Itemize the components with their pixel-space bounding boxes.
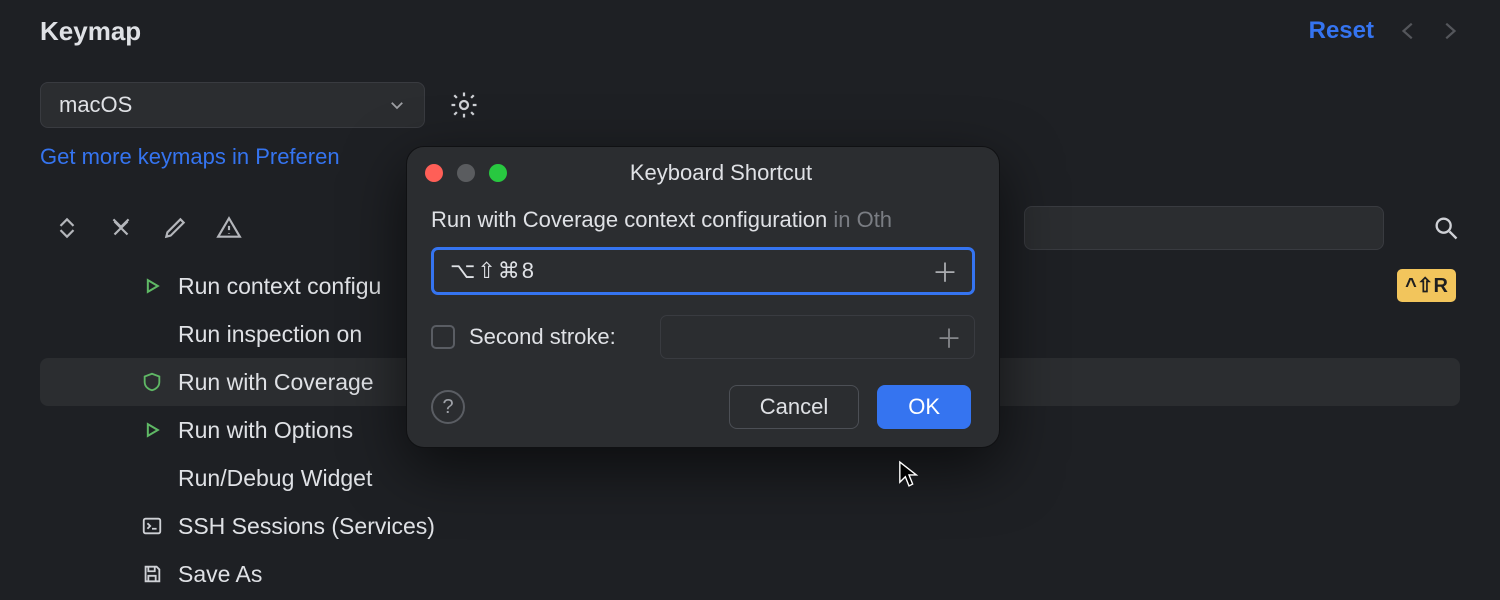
first-stroke-value: ⌥⇧⌘8	[450, 258, 536, 284]
expand-collapse-icon[interactable]	[54, 215, 80, 241]
window-close-icon[interactable]	[425, 164, 443, 182]
tree-item[interactable]: Save As	[40, 550, 1460, 598]
tree-item-label: Run with Coverage	[178, 369, 374, 396]
chevron-down-icon	[388, 96, 406, 114]
blank-icon	[140, 322, 164, 346]
keymap-scheme-select[interactable]: macOS	[40, 82, 425, 128]
help-icon[interactable]: ?	[431, 390, 465, 424]
save-icon	[140, 562, 164, 586]
play-icon	[140, 418, 164, 442]
edit-icon[interactable]	[162, 215, 188, 241]
dialog-context-label: Run with Coverage context configuration …	[431, 207, 975, 233]
dialog-title: Keyboard Shortcut	[461, 160, 981, 186]
keymap-scheme-value: macOS	[59, 92, 132, 118]
terminal-icon	[140, 514, 164, 538]
tree-item[interactable]: SSH Sessions (Services)	[40, 502, 1460, 550]
second-stroke-input[interactable]: ＋	[660, 315, 975, 359]
tree-item-label: SSH Sessions (Services)	[178, 513, 435, 540]
tree-item-label: Run context configu	[178, 273, 381, 300]
shortcut-badge: ^⇧R	[1397, 269, 1456, 302]
blank-icon	[140, 466, 164, 490]
shield-icon	[140, 370, 164, 394]
warning-icon[interactable]	[216, 215, 242, 241]
tree-item-label: Save As	[178, 561, 262, 588]
tree-item-label: Run/Debug Widget	[178, 465, 372, 492]
dialog-context-main: Run with Coverage context configuration	[431, 207, 827, 232]
page-title: Keymap	[40, 16, 141, 47]
collapse-all-icon[interactable]	[108, 215, 134, 241]
find-by-shortcut-icon[interactable]	[1432, 214, 1460, 242]
search-input[interactable]	[1024, 206, 1384, 250]
forward-icon[interactable]	[1438, 20, 1460, 42]
add-shortcut-icon[interactable]: ＋	[932, 253, 960, 290]
first-stroke-input[interactable]: ⌥⇧⌘8 ＋	[431, 247, 975, 295]
play-icon	[140, 274, 164, 298]
gear-icon[interactable]	[449, 90, 479, 120]
dialog-context-dim: in Oth	[827, 207, 892, 232]
tree-item[interactable]: Run/Debug Widget	[40, 454, 1460, 502]
second-stroke-checkbox[interactable]	[431, 325, 455, 349]
keyboard-shortcut-dialog: Keyboard Shortcut Run with Coverage cont…	[406, 146, 1000, 448]
ok-button[interactable]: OK	[877, 385, 971, 429]
second-stroke-label: Second stroke:	[469, 324, 616, 350]
reset-button[interactable]: Reset	[1309, 17, 1374, 45]
add-second-stroke-icon[interactable]: ＋	[936, 319, 962, 356]
back-icon[interactable]	[1398, 20, 1420, 42]
cancel-button[interactable]: Cancel	[729, 385, 859, 429]
tree-item-label: Run inspection on	[178, 321, 362, 348]
tree-item-label: Run with Options	[178, 417, 353, 444]
